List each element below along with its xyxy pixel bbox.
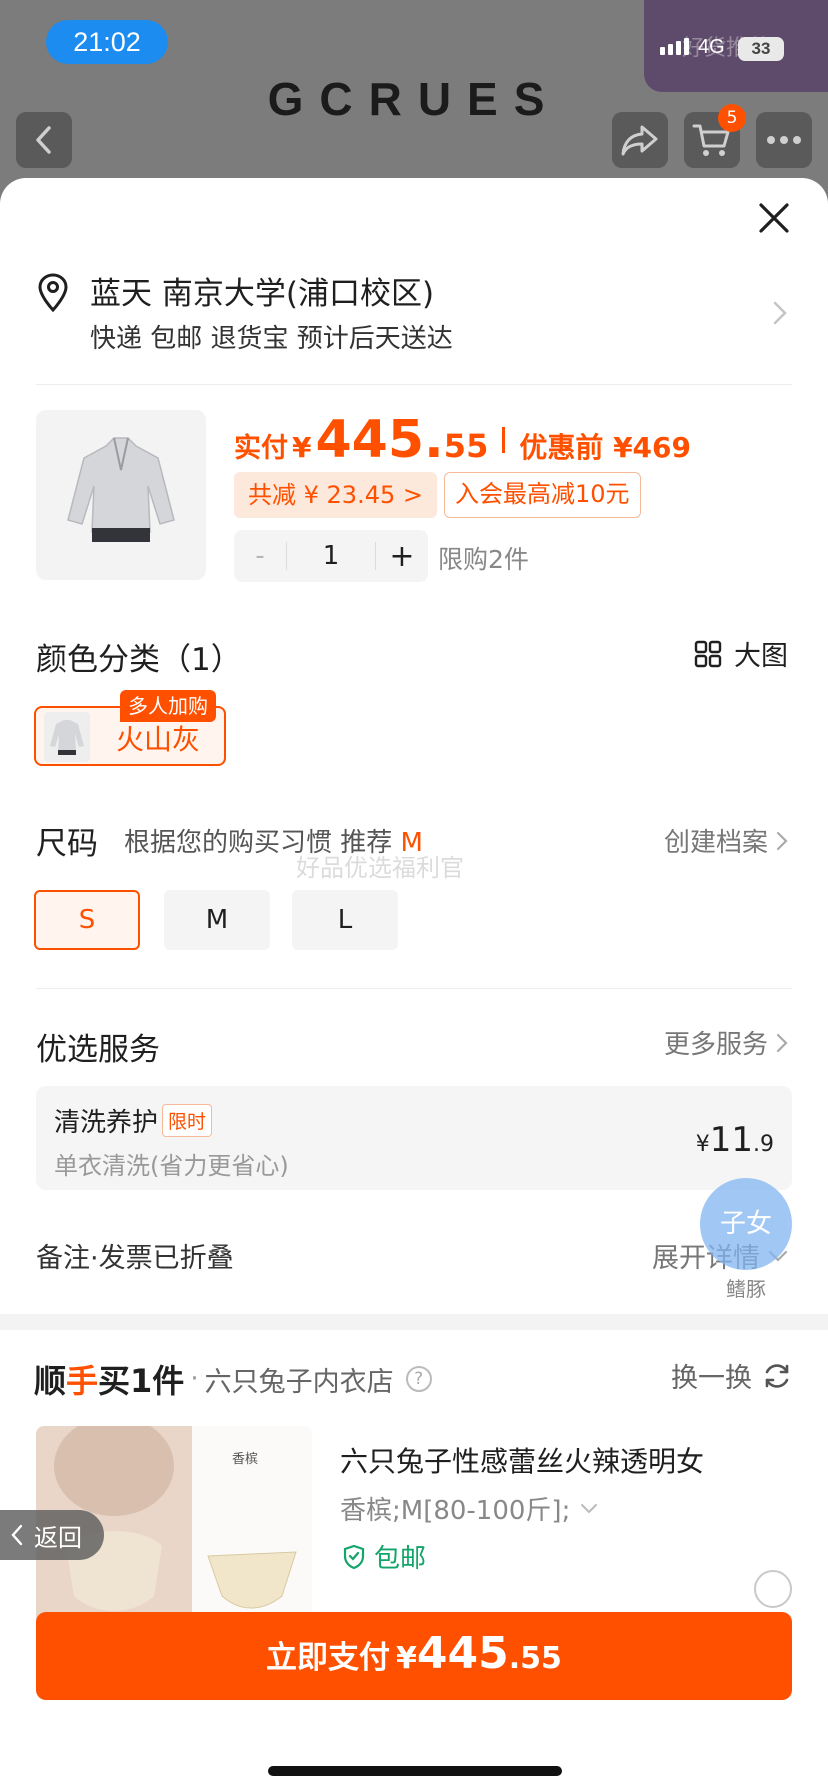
home-indicator [268, 1766, 562, 1776]
network-type: 4G [698, 36, 725, 58]
addon-spec-value: 香槟;M[80-100斤]; [340, 1496, 571, 1526]
product-image[interactable] [36, 410, 206, 580]
service-card-cleaning[interactable]: 清洗养护 限时 单衣清洗(省力更省心) ¥11.9 [36, 1086, 792, 1190]
floating-back-button[interactable]: 返回 [0, 1510, 104, 1560]
original-price: 优惠前 ¥469 [519, 431, 692, 464]
swap-button[interactable]: 换一换 [671, 1356, 792, 1395]
more-services-link[interactable]: 更多服务 [664, 1024, 788, 1061]
addon-header: 顺手买1件 · 六只兔子内衣店 ? [34, 1356, 432, 1402]
separator-dot: · [190, 1364, 199, 1394]
address-recipient: 蓝天 南京大学(浦口校区) [90, 276, 435, 312]
addon-product-name[interactable]: 六只兔子性感蕾丝火辣透明女 [340, 1440, 704, 1480]
divider [36, 384, 792, 385]
more-dots-icon [767, 136, 801, 144]
quantity-value[interactable]: 1 [286, 542, 376, 570]
create-profile-label: 创建档案 [663, 828, 768, 858]
back-button[interactable] [16, 112, 72, 168]
remarks-label: 备注·发票已折叠 [36, 1243, 234, 1274]
chevron-right-icon [776, 1033, 788, 1052]
price-summary: 实付 ¥ 445. 55 优惠前 ¥469 [234, 410, 691, 470]
chevron-right-icon [773, 301, 787, 325]
swap-label: 换一换 [671, 1363, 752, 1394]
color-option-label: 火山灰 [116, 723, 201, 756]
discount-tag[interactable]: 共减 ¥ 23.45 > [234, 472, 437, 518]
big-image-toggle[interactable]: 大图 [694, 634, 788, 673]
create-profile-link[interactable]: 创建档案 [664, 822, 788, 859]
more-services-label: 更多服务 [663, 1030, 768, 1060]
divider [36, 988, 792, 989]
close-button[interactable] [756, 200, 792, 236]
delivery-info: 快递 包邮 退货宝 预计后天送达 [90, 324, 453, 354]
floating-assistant-bubble[interactable]: 子女 [700, 1178, 792, 1270]
quantity-stepper: - 1 + [234, 530, 428, 582]
addon-shop-name: 六只兔子内衣店 [204, 1366, 394, 1398]
status-time: 21:02 [46, 20, 168, 64]
cart-count-badge: 5 [718, 104, 746, 132]
decrease-button[interactable]: - [234, 541, 286, 571]
size-option-s[interactable]: S [34, 890, 140, 950]
delivery-address[interactable]: 蓝天 南京大学(浦口校区) 快递 包邮 退货宝 预计后天送达 [0, 268, 828, 364]
refresh-icon [765, 1363, 789, 1388]
image-caption: 香槟 [232, 1452, 259, 1467]
price-label: 实付 [234, 433, 288, 464]
chevron-down-icon [581, 1504, 598, 1514]
more-button[interactable] [756, 112, 812, 168]
service-name: 清洗养护 限时 [54, 1102, 213, 1139]
size-option-l[interactable]: L [292, 890, 398, 950]
size-section-title: 尺码 [36, 826, 98, 862]
sku-bottom-sheet: 蓝天 南京大学(浦口校区) 快递 包邮 退货宝 预计后天送达 实付 ¥ 445.… [0, 178, 828, 1792]
services-section-title: 优选服务 [36, 1032, 160, 1068]
increase-button[interactable]: + [376, 539, 428, 574]
floating-assistant-label: 鳍豚 [706, 1274, 786, 1304]
grid-icon [694, 640, 722, 667]
chevron-left-icon [36, 126, 51, 154]
watermark-text: 好品优选福利官 [296, 854, 464, 882]
color-thumbnail [44, 712, 90, 762]
big-image-label: 大图 [734, 641, 788, 672]
color-section-title: 颜色分类（1） [36, 642, 242, 678]
price-decimal: 55 [443, 427, 489, 465]
section-gap [0, 1314, 828, 1330]
share-button[interactable] [612, 112, 668, 168]
popular-badge: 多人加购 [120, 690, 216, 722]
service-description: 单衣清洗(省力更省心) [54, 1152, 289, 1180]
addon-select-radio[interactable] [754, 1570, 792, 1608]
help-icon[interactable]: ? [405, 1366, 432, 1392]
chevron-right-icon [776, 831, 788, 850]
limited-tag: 限时 [162, 1104, 213, 1137]
signal-icon [660, 38, 689, 55]
addon-logo: 顺手买1件 [34, 1362, 185, 1400]
purchase-limit: 限购2件 [438, 545, 529, 574]
location-pin-icon [38, 273, 68, 312]
price-separator [502, 427, 506, 453]
member-tag[interactable]: 入会最高减10元 [444, 472, 641, 518]
sweatshirt-image [67, 437, 175, 542]
pay-now-button[interactable]: 立即支付 ¥ 445 .55 [36, 1612, 792, 1700]
free-shipping-label: 包邮 [342, 1538, 426, 1575]
price-integer: 445. [315, 410, 444, 470]
price-currency: ¥ [292, 431, 312, 464]
cart-button[interactable]: 5 [684, 104, 746, 168]
battery-icon: 33 [738, 37, 784, 61]
size-option-m[interactable]: M [164, 890, 270, 950]
close-icon [759, 203, 789, 233]
chevron-left-icon [11, 1524, 23, 1546]
share-icon [621, 125, 658, 156]
shield-check-icon [343, 1544, 365, 1569]
addon-spec-select[interactable]: 香槟;M[80-100斤]; [340, 1490, 598, 1527]
service-price: ¥11.9 [695, 1120, 774, 1160]
